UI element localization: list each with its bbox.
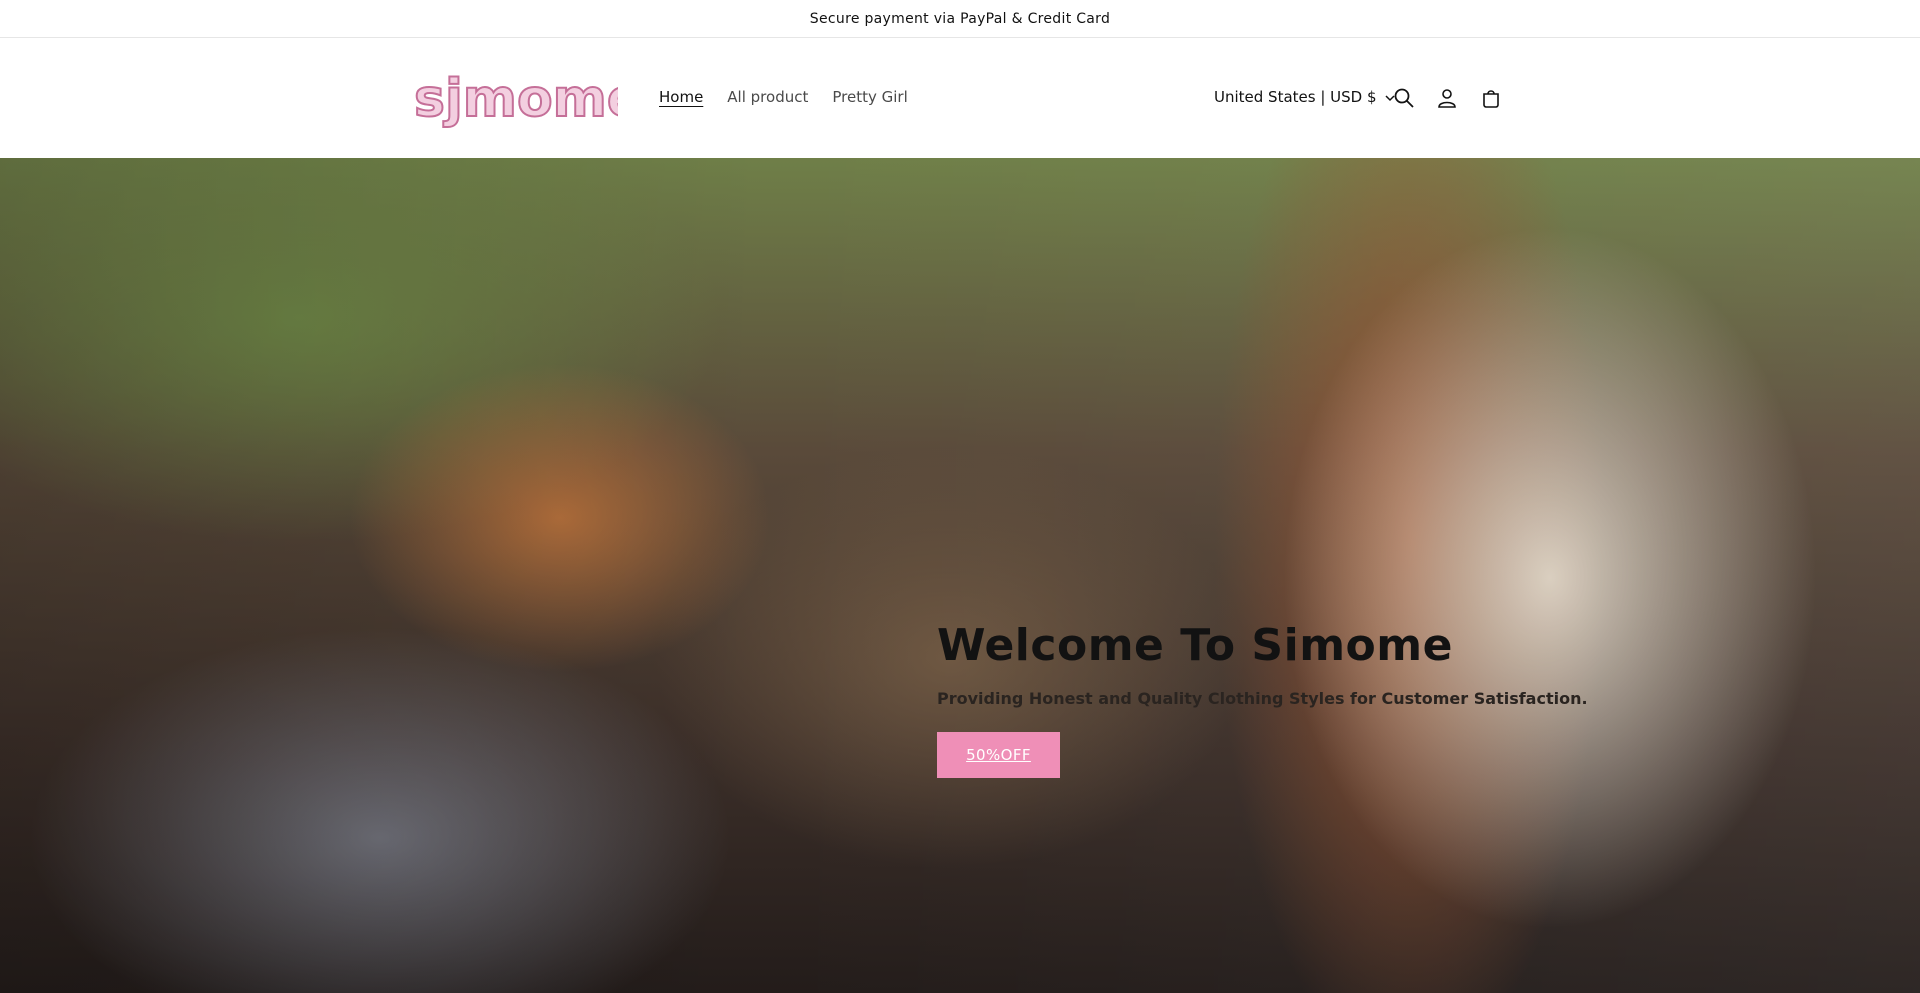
nav-home-link[interactable]: Home [659,88,703,106]
hero-cta-button[interactable]: 50%OFF [937,732,1060,778]
hero-content: Welcome To Simome Providing Honest and Q… [937,620,1588,778]
nav-pretty-girl-link[interactable]: Pretty Girl [832,88,907,106]
account-icon[interactable] [1435,86,1459,110]
cart-icon[interactable] [1479,86,1503,110]
site-header: sjmome Home All product Pretty Girl Unit… [0,38,1920,158]
announcement-text: Secure payment via PayPal & Credit Card [809,10,1111,27]
nav-all-product-link[interactable]: All product [727,88,808,106]
hero-title: Welcome To Simome [937,620,1453,671]
hero-banner: Welcome To Simome Providing Honest and Q… [0,158,1920,993]
brand-logo[interactable]: sjmome [412,66,643,132]
localization-label: United States | USD $ [1214,88,1377,106]
hero-subtitle: Providing Honest and Quality Clothing St… [937,689,1588,708]
svg-text:sjmome: sjmome [414,69,618,129]
localization-selector[interactable]: United States | USD $ [1214,88,1395,106]
hero-image [0,158,1920,993]
search-icon[interactable] [1392,86,1416,110]
main-navigation: Home All product Pretty Girl [659,88,908,106]
announcement-bar: Secure payment via PayPal & Credit Card [0,0,1920,38]
